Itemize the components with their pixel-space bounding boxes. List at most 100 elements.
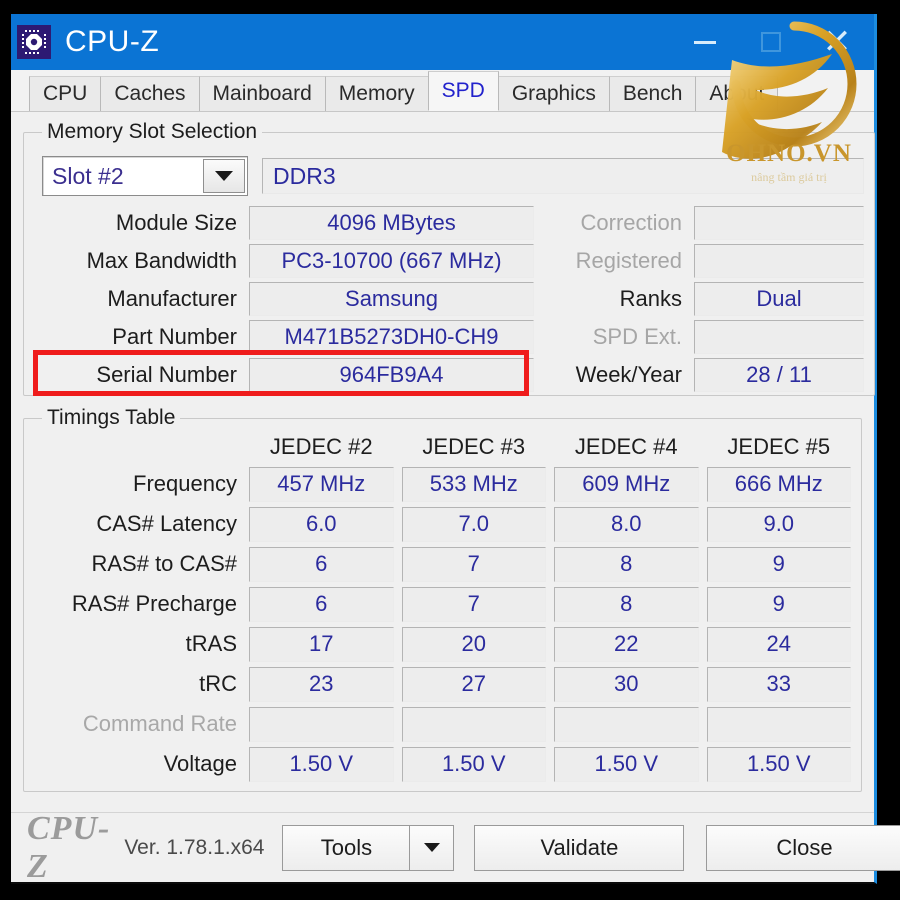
tras-jedec2: 17 [249, 626, 394, 662]
validate-button[interactable]: Validate [474, 824, 685, 871]
frequency-jedec2: 457 MHz [249, 466, 394, 502]
timings-table-legend: Timings Table [47, 406, 176, 429]
serial-number-value: 964FB9A4 [249, 358, 534, 392]
module-size-value: 4096 MBytes [249, 206, 534, 240]
module-size-label: Module Size [115, 210, 237, 235]
footer-bar: CPU-Z Ver. 1.78.1.x64 Tools Validate Clo… [11, 810, 900, 885]
row-spd-ext: SPD Ext. [546, 318, 864, 356]
ras-to-cas-jedec2: 6 [249, 546, 394, 582]
frequency-jedec3: 533 MHz [401, 466, 546, 502]
minimize-button[interactable] [672, 14, 738, 70]
week-year-label: Week/Year [575, 362, 682, 387]
command-rate-jedec2 [249, 706, 394, 742]
tab-bar: CPU Caches Mainboard Memory SPD Graphics… [11, 70, 874, 112]
tab-label: CPU [43, 82, 88, 105]
row-serial-number: Serial Number 964FB9A4 [42, 356, 534, 394]
tools-dropdown-chevron-down-icon[interactable] [410, 824, 455, 871]
frequency-jedec5: 666 MHz [706, 466, 851, 502]
tras-jedec3: 20 [401, 626, 546, 662]
maximize-button[interactable] [738, 14, 804, 70]
slot-select-value: Slot #2 [52, 162, 124, 189]
cas-latency-jedec5: 9.0 [706, 506, 851, 542]
module-info-left-column: Module Size 4096 MBytes Max Bandwidth PC… [42, 204, 534, 394]
row-week-year: Week/Year 28 / 11 [546, 356, 864, 394]
memory-slot-selection-group: Memory Slot Selection Slot #2 DDR3 Modul… [23, 120, 875, 396]
timings-row-ras-to-cas: RAS# to CAS# 6 7 8 9 [42, 544, 851, 584]
trc-label: tRC [199, 671, 237, 696]
spd-panel: Memory Slot Selection Slot #2 DDR3 Modul… [11, 112, 875, 812]
max-bandwidth-label: Max Bandwidth [86, 248, 237, 273]
ras-to-cas-jedec4: 8 [554, 546, 699, 582]
voltage-label: Voltage [163, 751, 237, 776]
correction-label: Correction [580, 210, 682, 235]
slot-select[interactable]: Slot #2 [42, 156, 248, 196]
tab-label: Caches [114, 82, 186, 105]
tab-bench[interactable]: Bench [608, 76, 697, 111]
column-header-jedec-5: JEDEC #5 [727, 434, 831, 459]
tab-spd[interactable]: SPD [427, 71, 499, 111]
trc-jedec5: 33 [706, 666, 851, 702]
frequency-jedec4: 609 MHz [554, 466, 699, 502]
ras-to-cas-jedec5: 9 [706, 546, 851, 582]
tab-caches[interactable]: Caches [100, 76, 200, 111]
timings-row-voltage: Voltage 1.50 V 1.50 V 1.50 V 1.50 V [42, 744, 851, 784]
voltage-jedec2: 1.50 V [249, 746, 394, 782]
timings-row-ras-precharge: RAS# Precharge 6 7 8 9 [42, 584, 851, 624]
column-header-jedec-2: JEDEC #2 [269, 434, 373, 459]
tab-memory[interactable]: Memory [324, 76, 429, 111]
registered-value [694, 244, 864, 278]
close-button[interactable]: ✕ [804, 14, 870, 70]
module-info-right-column: Correction Registered Ranks Dual SPD Ext… [546, 204, 864, 394]
trc-jedec3: 27 [401, 666, 546, 702]
close-icon: ✕ [822, 23, 852, 61]
column-header-jedec-3: JEDEC #3 [422, 434, 526, 459]
row-module-size: Module Size 4096 MBytes [42, 204, 534, 242]
command-rate-jedec5 [706, 706, 851, 742]
cpuz-chip-icon [17, 25, 51, 59]
tab-graphics[interactable]: Graphics [497, 76, 610, 111]
memory-type-value: DDR3 [262, 158, 864, 194]
ras-precharge-label: RAS# Precharge [71, 591, 237, 616]
chevron-down-icon[interactable] [203, 159, 245, 193]
row-manufacturer: Manufacturer Samsung [42, 280, 534, 318]
tab-label: Bench [622, 82, 683, 105]
frequency-label: Frequency [133, 471, 237, 496]
tab-mainboard[interactable]: Mainboard [198, 76, 326, 111]
ras-precharge-jedec3: 7 [401, 586, 546, 622]
tab-about[interactable]: About [695, 76, 779, 111]
tools-button[interactable]: Tools [282, 824, 411, 871]
row-correction: Correction [546, 204, 864, 242]
correction-value [694, 206, 864, 240]
spd-ext-value [694, 320, 864, 354]
close-window-button[interactable]: Close [706, 824, 900, 871]
trc-jedec4: 30 [554, 666, 699, 702]
timings-row-trc: tRC 23 27 30 33 [42, 664, 851, 704]
timings-row-cas-latency: CAS# Latency 6.0 7.0 8.0 9.0 [42, 504, 851, 544]
ras-precharge-jedec4: 8 [554, 586, 699, 622]
title-bar: CPU-Z ✕ [11, 14, 874, 70]
tab-cpu[interactable]: CPU [29, 76, 102, 111]
voltage-jedec3: 1.50 V [401, 746, 546, 782]
tab-label: About [709, 82, 765, 105]
memory-slot-selection-legend: Memory Slot Selection [47, 120, 258, 143]
tras-label: tRAS [185, 631, 237, 656]
trc-jedec2: 23 [249, 666, 394, 702]
ranks-value: Dual [694, 282, 864, 316]
version-label: Ver. 1.78.1.x64 [124, 835, 265, 859]
window-controls: ✕ [672, 14, 870, 70]
cpuz-window: CPU-Z ✕ CPU Caches Mainboard Memory SPD … [11, 14, 900, 885]
ras-precharge-jedec5: 9 [706, 586, 851, 622]
ras-precharge-jedec2: 6 [249, 586, 394, 622]
tras-jedec4: 22 [554, 626, 699, 662]
row-ranks: Ranks Dual [546, 280, 864, 318]
tab-label: Mainboard [212, 82, 312, 105]
tab-label: SPD [441, 79, 485, 102]
cas-latency-jedec2: 6.0 [249, 506, 394, 542]
cas-latency-label: CAS# Latency [96, 511, 237, 536]
module-info-grid: Module Size 4096 MBytes Max Bandwidth PC… [42, 204, 864, 394]
serial-number-label: Serial Number [96, 362, 237, 387]
max-bandwidth-value: PC3-10700 (667 MHz) [249, 244, 534, 278]
timings-row-frequency: Frequency 457 MHz 533 MHz 609 MHz 666 MH… [42, 464, 851, 504]
row-registered: Registered [546, 242, 864, 280]
tras-jedec5: 24 [706, 626, 851, 662]
